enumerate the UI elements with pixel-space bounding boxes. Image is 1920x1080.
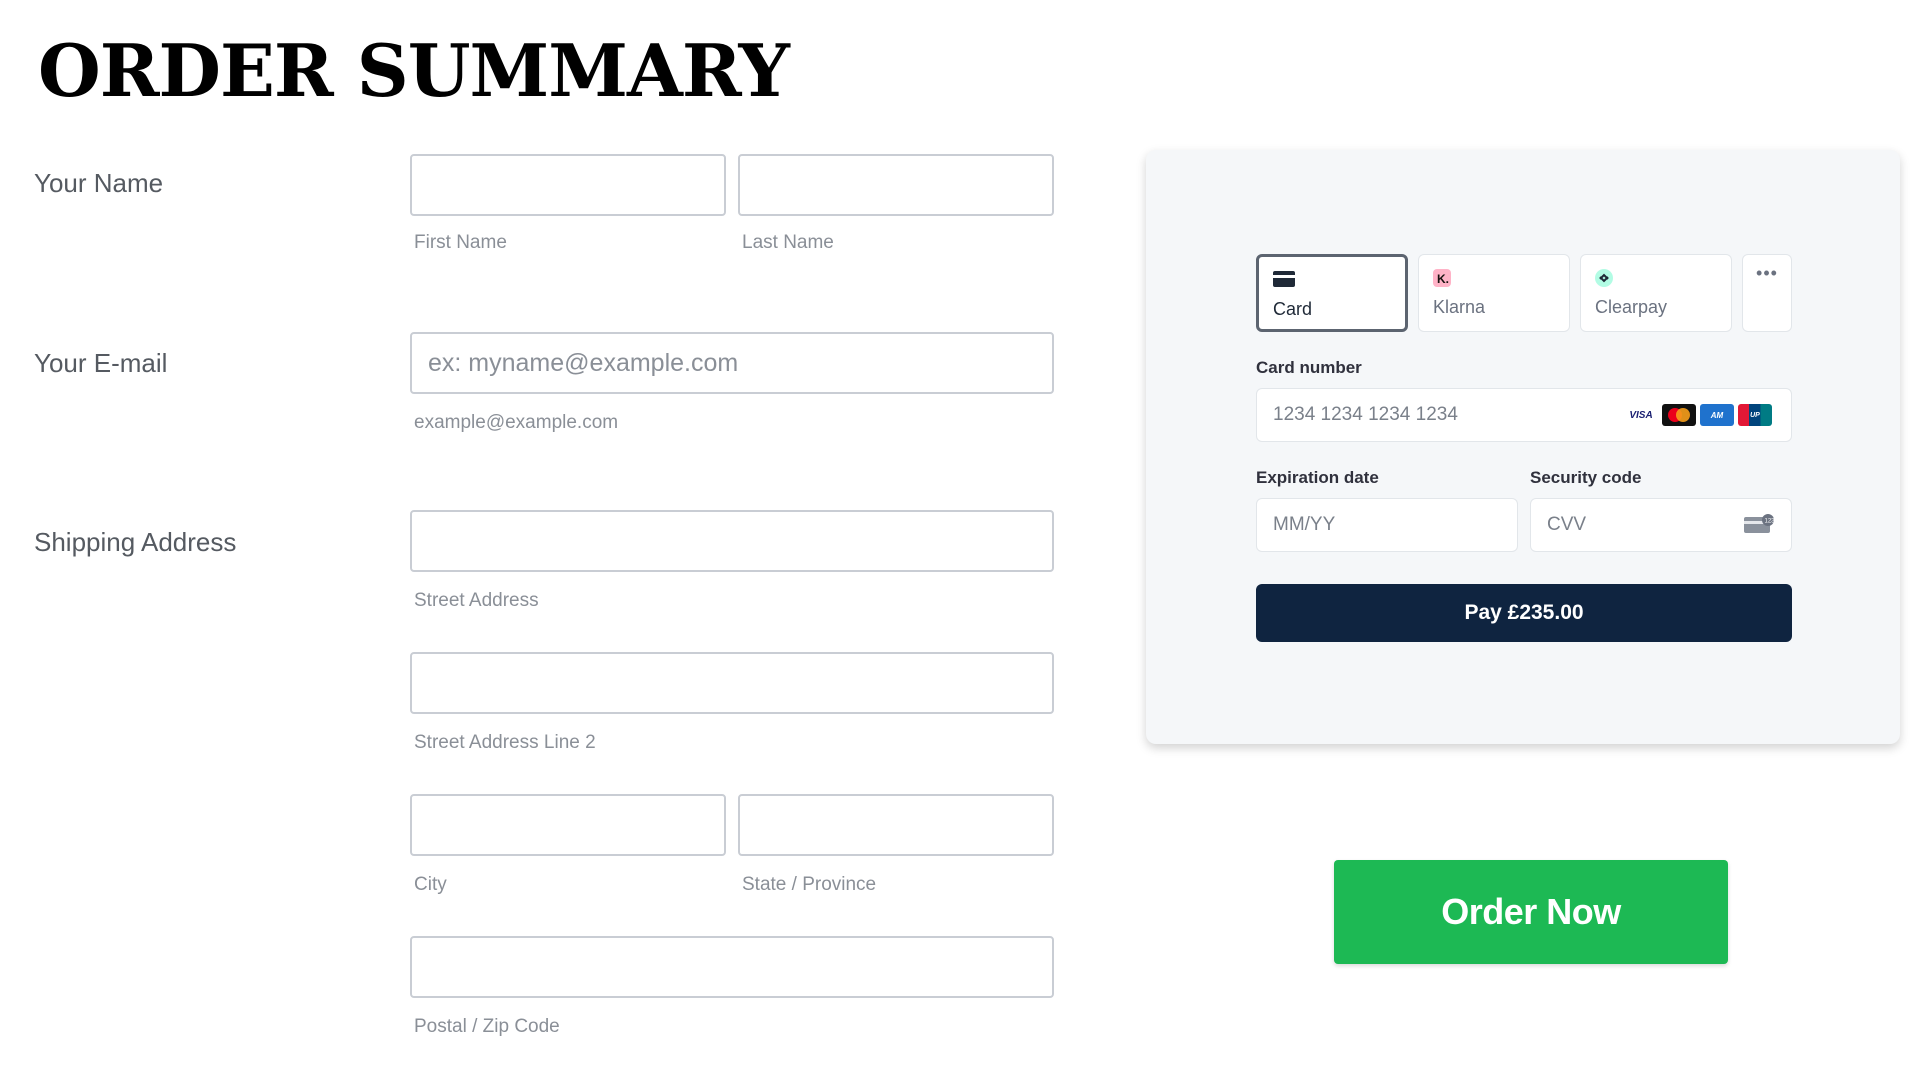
expiration-date-input[interactable] (1256, 498, 1518, 552)
tab-more[interactable]: ••• (1742, 254, 1792, 332)
svg-text:K.: K. (1437, 272, 1449, 286)
unionpay-icon: UP (1738, 404, 1772, 426)
tab-klarna[interactable]: K. Klarna (1418, 254, 1570, 332)
tab-clearpay-label: Clearpay (1595, 297, 1668, 317)
page-title: ORDER SUMMARY (38, 28, 790, 113)
klarna-icon: K. (1433, 269, 1451, 292)
order-page: ORDER SUMMARY Your Name First Name Last … (0, 0, 1920, 1080)
shipping-address-label: Shipping Address (34, 527, 237, 557)
mastercard-icon (1662, 404, 1696, 426)
visa-icon: VISA (1624, 404, 1658, 426)
state-input[interactable] (738, 794, 1054, 856)
city-input[interactable] (410, 794, 726, 856)
state-sublabel: State / Province (742, 874, 877, 895)
street-address-sublabel: Street Address (414, 590, 539, 611)
tab-card-label: Card (1273, 299, 1313, 319)
order-now-button[interactable]: Order Now (1334, 860, 1728, 964)
name-label: Your Name (34, 168, 164, 198)
card-brand-logos: VISA AM UP (1624, 404, 1772, 426)
expiration-date-label: Expiration date (1256, 468, 1379, 487)
security-code-label: Security code (1530, 468, 1642, 487)
svg-text:123: 123 (1765, 519, 1775, 525)
first-name-input[interactable] (410, 154, 726, 216)
card-icon (1273, 271, 1295, 292)
cvc-card-icon: 123 (1744, 514, 1775, 539)
first-name-sublabel: First Name (414, 232, 507, 253)
pay-button[interactable]: Pay £235.00 (1256, 584, 1792, 642)
last-name-sublabel: Last Name (742, 232, 834, 253)
email-label: Your E-mail (34, 348, 168, 378)
city-sublabel: City (414, 874, 447, 895)
street-address-input[interactable] (410, 510, 1054, 572)
email-sublabel: example@example.com (414, 412, 619, 433)
payment-panel: Card K. Klarna Clearpay ••• Card number … (1146, 150, 1900, 744)
clearpay-icon (1595, 269, 1613, 292)
amex-icon: AM (1700, 404, 1734, 426)
postal-code-sublabel: Postal / Zip Code (414, 1016, 560, 1037)
more-icon: ••• (1756, 263, 1778, 283)
tab-clearpay[interactable]: Clearpay (1580, 254, 1732, 332)
email-input[interactable] (410, 332, 1054, 394)
card-number-label: Card number (1256, 358, 1362, 377)
postal-code-input[interactable] (410, 936, 1054, 998)
street-address-line2-input[interactable] (410, 652, 1054, 714)
last-name-input[interactable] (738, 154, 1054, 216)
street-address-line2-sublabel: Street Address Line 2 (414, 732, 596, 753)
tab-klarna-label: Klarna (1433, 297, 1486, 317)
tab-card[interactable]: Card (1256, 254, 1408, 332)
